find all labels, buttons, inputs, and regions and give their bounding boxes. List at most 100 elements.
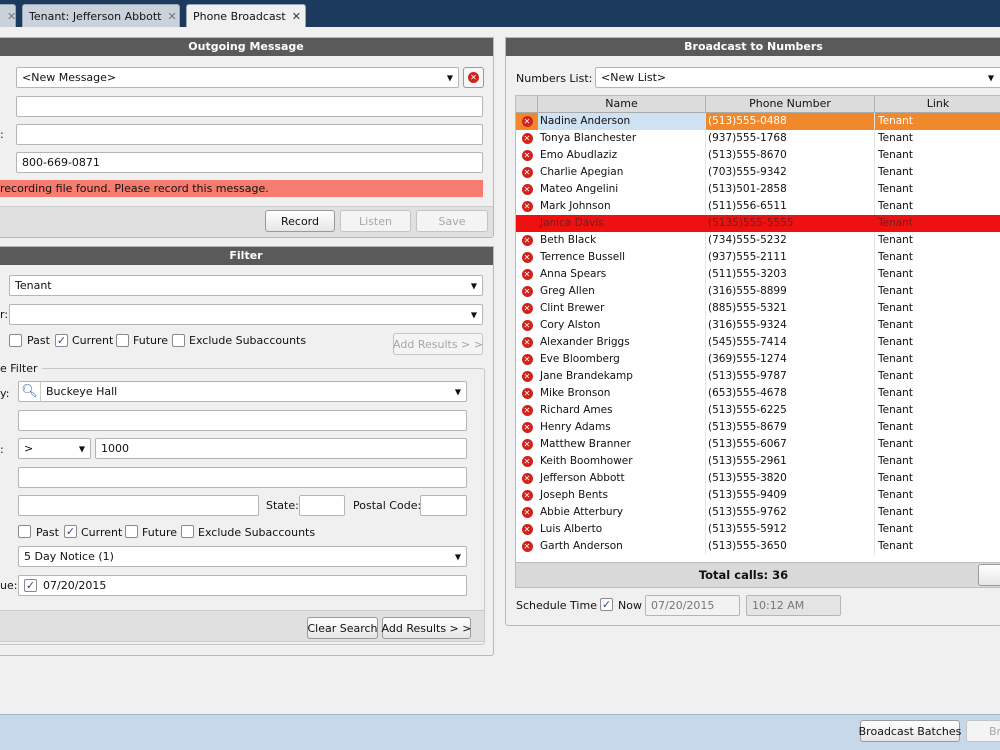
table-row[interactable]: ✕ Richard Ames (513)555-6225 Tenant (516, 402, 1000, 419)
filter-field-b[interactable] (18, 467, 467, 488)
due-date-input[interactable]: ✓ 07/20/2015 (18, 575, 467, 596)
table-row[interactable]: ✕ Emo Abudlaziz (513)555-8670 Tenant (516, 147, 1000, 164)
city-input[interactable] (18, 495, 259, 516)
delete-message-button[interactable]: ✕ (463, 67, 484, 88)
tab-tenant[interactable]: Tenant: Jefferson Abbott ✕ (22, 4, 180, 27)
remove-row-icon[interactable]: ✕ (516, 198, 538, 215)
past-checkbox-2[interactable] (18, 525, 31, 538)
numbers-list-select[interactable]: <New List> ▼ (595, 67, 1000, 88)
remove-row-icon[interactable]: ✕ (516, 436, 538, 453)
search-icon[interactable]: 🔍︎ (19, 382, 41, 401)
remove-row-icon[interactable]: ✕ (516, 249, 538, 266)
message-field-3[interactable] (16, 124, 483, 145)
table-row[interactable]: ✕ Keith Boomhower (513)555-2961 Tenant (516, 453, 1000, 470)
filter-type-select[interactable]: Tenant ▼ (9, 275, 483, 296)
table-row[interactable]: ✕ Anna Spears (511)555-3203 Tenant (516, 266, 1000, 283)
remove-row-icon[interactable]: ✕ (516, 487, 538, 504)
amount-input[interactable]: 1000 (95, 438, 467, 459)
remove-row-icon[interactable]: ✕ (516, 521, 538, 538)
table-row[interactable]: ✕ Mike Bronson (653)555-4678 Tenant (516, 385, 1000, 402)
schedule-time-input[interactable]: 10:12 AM (746, 595, 841, 616)
column-header-phone[interactable]: Phone Number (706, 96, 875, 112)
table-row[interactable]: ✕ Abbie Atterbury (513)555-9762 Tenant (516, 504, 1000, 521)
table-row[interactable]: ✕ Clint Brewer (885)555-5321 Tenant (516, 300, 1000, 317)
remove-row-icon[interactable]: ✕ (516, 164, 538, 181)
remove-row-icon[interactable]: ✕ (516, 453, 538, 470)
past-checkbox[interactable] (9, 334, 22, 347)
table-row[interactable]: ✕ Greg Allen (316)555-8899 Tenant (516, 283, 1000, 300)
table-row[interactable]: ✕ Mateo Angelini (513)501-2858 Tenant (516, 181, 1000, 198)
close-icon[interactable]: ✕ (167, 10, 176, 23)
remove-row-icon[interactable]: ✕ (516, 402, 538, 419)
table-row[interactable]: Janica Davis (5135)555-5555 Tenant (516, 215, 1000, 232)
table-row[interactable]: ✕ Luis Alberto (513)555-5912 Tenant (516, 521, 1000, 538)
remove-row-icon[interactable]: ✕ (516, 113, 538, 130)
table-row[interactable]: ✕ Joseph Bents (513)555-9409 Tenant (516, 487, 1000, 504)
remove-row-icon[interactable]: ✕ (516, 538, 538, 555)
remove-row-icon[interactable]: ✕ (516, 419, 538, 436)
remove-row-icon[interactable]: ✕ (516, 147, 538, 164)
current-checkbox[interactable]: ✓ (55, 334, 68, 347)
message-field-2[interactable] (16, 96, 483, 117)
column-header-name[interactable]: Name (538, 96, 706, 112)
remove-row-icon[interactable]: ✕ (516, 266, 538, 283)
remove-row-icon[interactable]: ✕ (516, 385, 538, 402)
state-input[interactable] (299, 495, 345, 516)
schedule-date-input[interactable]: 07/20/2015 (645, 595, 740, 616)
postal-code-input[interactable] (420, 495, 467, 516)
caller-id-input[interactable]: 800-669-0871 (16, 152, 483, 173)
table-row[interactable]: ✕ Terrence Bussell (937)555-2111 Tenant (516, 249, 1000, 266)
table-row[interactable]: ✕ Jefferson Abbott (513)555-3820 Tenant (516, 470, 1000, 487)
remove-row-icon[interactable]: ✕ (516, 368, 538, 385)
table-row[interactable]: ✕ Jane Brandekamp (513)555-9787 Tenant (516, 368, 1000, 385)
remove-row-icon[interactable]: ✕ (516, 283, 538, 300)
future-checkbox-2[interactable] (125, 525, 138, 538)
close-icon[interactable]: ✕ (7, 10, 16, 23)
operator-select[interactable]: > ▼ (18, 438, 91, 459)
listen-button[interactable]: Listen (340, 210, 411, 232)
remove-row-icon[interactable] (516, 215, 538, 232)
remove-row-icon[interactable]: ✕ (516, 504, 538, 521)
table-row[interactable]: ✕ Garth Anderson (513)555-3650 Tenant (516, 538, 1000, 555)
add-results-button[interactable]: Add Results > > (393, 333, 483, 355)
table-row[interactable]: ✕ Charlie Apegian (703)555-9342 Tenant (516, 164, 1000, 181)
remove-row-icon[interactable]: ✕ (516, 317, 538, 334)
clear-search-button[interactable]: Clear Search (307, 617, 378, 639)
table-row[interactable]: ✕ Eve Bloomberg (369)555-1274 Tenant (516, 351, 1000, 368)
remove-row-icon[interactable]: ✕ (516, 232, 538, 249)
remove-row-icon[interactable]: ✕ (516, 300, 538, 317)
broadcast-batches-button[interactable]: Broadcast Batches (859, 720, 961, 742)
remove-row-icon[interactable]: ✕ (516, 181, 538, 198)
table-row[interactable]: ✕ Mark Johnson (511)556-6511 Tenant (516, 198, 1000, 215)
save-button[interactable]: Save (416, 210, 488, 232)
remove-row-icon[interactable]: ✕ (516, 130, 538, 147)
close-icon[interactable]: ✕ (292, 10, 301, 23)
exclude-subaccounts-checkbox-2[interactable] (181, 525, 194, 538)
message-select[interactable]: <New Message> ▼ (16, 67, 459, 88)
due-date-checkbox[interactable]: ✓ (24, 579, 37, 592)
current-checkbox-2[interactable]: ✓ (64, 525, 77, 538)
table-row[interactable]: ✕ Henry Adams (513)555-8679 Tenant (516, 419, 1000, 436)
remove-row-icon[interactable]: ✕ (516, 470, 538, 487)
tab-previous[interactable]: ✕ (0, 4, 16, 27)
filter-field-a[interactable] (18, 410, 467, 431)
notice-select[interactable]: 5 Day Notice (1) ▼ (18, 546, 467, 567)
column-header-link[interactable]: Link (875, 96, 1000, 112)
remove-row-icon[interactable]: ✕ (516, 351, 538, 368)
table-row[interactable]: ✕ Tonya Blanchester (937)555-1768 Tenant (516, 130, 1000, 147)
exclude-subaccounts-checkbox[interactable] (172, 334, 185, 347)
grid-footer-button[interactable] (978, 564, 1000, 586)
table-row[interactable]: ✕ Matthew Branner (513)555-6067 Tenant (516, 436, 1000, 453)
tab-phone-broadcast[interactable]: Phone Broadcast ✕ (186, 4, 306, 27)
filter-second-select[interactable]: ▼ (9, 304, 483, 325)
remove-row-icon[interactable]: ✕ (516, 334, 538, 351)
record-button[interactable]: Record (265, 210, 335, 232)
now-checkbox[interactable]: ✓ (600, 598, 613, 611)
add-results-button-2[interactable]: Add Results > > (382, 617, 471, 639)
broadcast-button[interactable]: Br (966, 720, 1000, 742)
table-row[interactable]: ✕ Beth Black (734)555-5232 Tenant (516, 232, 1000, 249)
future-checkbox[interactable] (116, 334, 129, 347)
property-select[interactable]: 🔍︎ Buckeye Hall ▼ (18, 381, 467, 402)
table-row[interactable]: ✕ Cory Alston (316)555-9324 Tenant (516, 317, 1000, 334)
table-row[interactable]: ✕ Nadine Anderson (513)555-0488 Tenant (516, 113, 1000, 130)
